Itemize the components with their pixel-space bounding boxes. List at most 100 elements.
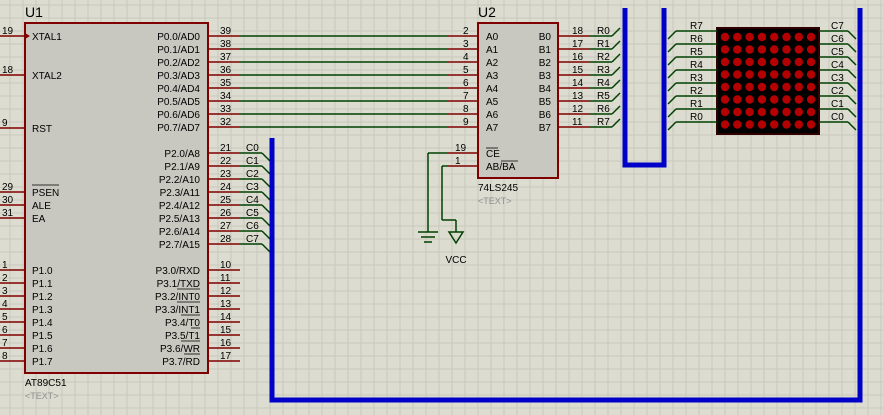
u1-pin-number: 31 xyxy=(2,208,14,219)
u2-pin-name: B6 xyxy=(539,110,552,121)
net-label: R3 xyxy=(690,73,703,84)
u1-pin-name: P1.6 xyxy=(32,344,53,355)
u2-pin-name: A0 xyxy=(486,32,499,43)
led-dot xyxy=(733,70,742,79)
u1-pin-number: 38 xyxy=(220,39,232,50)
led-dot xyxy=(770,120,779,129)
u1-pin-name: P0.2/AD2 xyxy=(157,58,200,69)
u2-pin-name: A2 xyxy=(486,58,499,69)
u1-pin-name: P0.0/AD0 xyxy=(157,32,200,43)
net-label: C5 xyxy=(831,47,844,58)
u1-pin-name: P0.7/AD7 xyxy=(157,123,200,134)
led-dot xyxy=(782,70,791,79)
u2-part: 74LS245 xyxy=(478,183,518,194)
led-dot xyxy=(745,107,754,117)
u2-pin-name: A3 xyxy=(486,71,499,82)
led-dot xyxy=(757,82,767,92)
led-dot xyxy=(794,107,803,117)
u2-pin-name: A1 xyxy=(486,45,499,56)
u1-pin-name: P3.3/INT1 xyxy=(155,305,200,316)
led-dot xyxy=(770,95,779,104)
u1-pin-name: PSEN xyxy=(32,188,59,199)
led-dot xyxy=(720,120,730,129)
led-dot xyxy=(757,95,767,104)
led-dot xyxy=(745,120,754,129)
u1-pin-number: 28 xyxy=(220,234,232,245)
u2-pin-number: 15 xyxy=(572,65,584,76)
led-dot xyxy=(770,107,779,117)
net-label: R4 xyxy=(690,60,703,71)
net-label: R1 xyxy=(597,39,610,50)
led-dot xyxy=(806,45,816,54)
u1-pin-name: P3.2/INT0 xyxy=(155,292,200,303)
u1-pin-name: P1.3 xyxy=(32,305,53,316)
u1-pin-name: P3.0/RXD xyxy=(156,266,200,277)
u2-pin-name: A6 xyxy=(486,110,499,121)
net-label: C5 xyxy=(246,208,259,219)
u1-pin-name: P2.3/A11 xyxy=(160,188,201,199)
u2-pin-number: 14 xyxy=(572,78,584,89)
net-label: C1 xyxy=(831,99,844,110)
net-label: C4 xyxy=(831,60,844,71)
u2-pin-number: 9 xyxy=(463,117,469,128)
u1-pin-number: 2 xyxy=(2,273,8,284)
led-dot xyxy=(782,120,791,129)
net-label: C6 xyxy=(831,34,844,45)
u1-pin-number: 5 xyxy=(2,312,8,323)
led-dot xyxy=(794,120,803,129)
led-dot xyxy=(782,107,791,117)
u2-ref: U2 xyxy=(478,4,496,20)
led-dot xyxy=(806,120,816,129)
u2-pin-name: B5 xyxy=(539,97,552,108)
u1-pin-number: 26 xyxy=(220,208,232,219)
led-dot xyxy=(720,95,730,104)
led-dot xyxy=(757,32,767,42)
u2-pin-number: 7 xyxy=(463,91,469,102)
u1-pin-number: 30 xyxy=(2,195,14,206)
led-dot xyxy=(806,32,816,42)
u1-pin-name: XTAL2 xyxy=(32,71,62,82)
net-label: R5 xyxy=(597,91,610,102)
u1-pin-number: 27 xyxy=(220,221,232,232)
u1-text-tag: <TEXT> xyxy=(25,391,59,401)
net-label: C7 xyxy=(831,21,844,32)
u1-pin-number: 23 xyxy=(220,169,232,180)
u2-pin-number: 17 xyxy=(572,39,584,50)
u2-pin-name: AB/BA xyxy=(486,162,516,173)
u1-pin-number: 9 xyxy=(2,118,8,129)
led-dot xyxy=(733,82,742,92)
u1-pin-number: 14 xyxy=(220,312,232,323)
u2-pin-number: 3 xyxy=(463,39,469,50)
net-label: R5 xyxy=(690,47,703,58)
led-dot xyxy=(770,45,779,54)
u1-pin-name: P0.3/AD3 xyxy=(157,71,200,82)
u1-pin-number: 4 xyxy=(2,299,8,310)
net-label: R7 xyxy=(690,21,703,32)
net-label: C2 xyxy=(831,86,844,97)
u2-pin-number: 12 xyxy=(572,104,584,115)
net-label: R6 xyxy=(690,34,703,45)
led-dot xyxy=(733,57,742,67)
net-label: R0 xyxy=(597,26,610,37)
net-label: R1 xyxy=(690,99,703,110)
u2-pin-name: B7 xyxy=(539,123,552,134)
led-dot xyxy=(745,57,754,67)
led-dot xyxy=(733,107,742,117)
u1-pin-name: P3.6/WR xyxy=(160,344,200,355)
u1-pin-number: 34 xyxy=(220,91,232,102)
net-label: C2 xyxy=(246,169,259,180)
led-dot xyxy=(806,107,816,117)
led-dot xyxy=(806,95,816,104)
u2-pin-number: 13 xyxy=(572,91,584,102)
u2-text-tag: <TEXT> xyxy=(478,196,512,206)
u1-part: AT89C51 xyxy=(25,378,67,389)
u1-pin-name: P2.1/A9 xyxy=(164,162,200,173)
led-dot xyxy=(757,57,767,67)
led-dot xyxy=(757,45,767,54)
net-label: R2 xyxy=(690,86,703,97)
led-dot xyxy=(794,70,803,79)
led-dot xyxy=(733,45,742,54)
u1-pin-number: 16 xyxy=(220,338,232,349)
u1-pin-name: P2.4/A12 xyxy=(159,201,201,212)
u1-pin-name: ALE xyxy=(32,201,51,212)
